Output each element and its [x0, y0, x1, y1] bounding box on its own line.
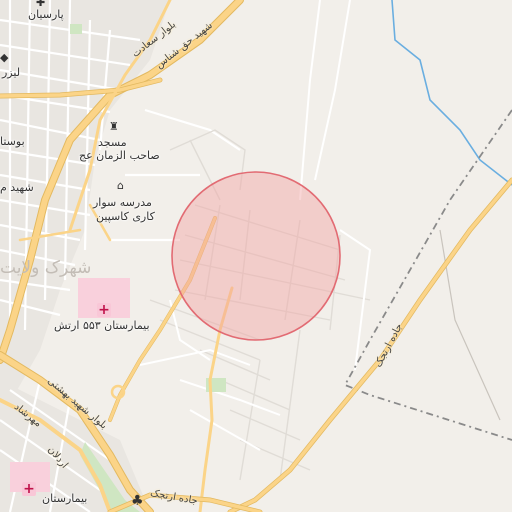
laser-poi-icon: ◆	[0, 51, 9, 64]
district-label: شهرک ولایت	[0, 258, 92, 278]
hospital-icon: +	[97, 302, 111, 318]
label-school-name: مدرسه سوار	[93, 196, 152, 209]
label-mosque-name-2: صاحب الزمان عج	[79, 149, 160, 162]
label-boostan: بوستا	[0, 135, 25, 148]
label-shahid-m: شهید م	[0, 181, 34, 194]
label-mosque-name: مسجد	[98, 136, 127, 149]
label-hospital-bottom: بیمارستان	[42, 492, 88, 505]
tree-icon: ♣	[131, 493, 144, 509]
map-view[interactable]: ✚ پارسیان ◆ لیزر بوستا شهید م ♜ مسجد صاح…	[0, 0, 512, 512]
stream	[391, 0, 512, 186]
label-school-name-2: کاری کاسپین	[96, 210, 155, 223]
park	[70, 24, 82, 34]
poi-marker-icon: ✚	[36, 0, 46, 9]
label-laser: لیزر	[2, 66, 21, 79]
map-canvas	[0, 0, 512, 512]
highlight-circle	[171, 171, 341, 341]
hospital-icon-bottom: +	[22, 481, 36, 497]
label-parsian: پارسیان	[28, 8, 64, 21]
school-icon: ⌂	[117, 179, 124, 192]
label-hospital-553: بیمارستان ۵۵۳ ارتش	[54, 319, 150, 332]
mosque-icon: ♜	[109, 120, 119, 133]
